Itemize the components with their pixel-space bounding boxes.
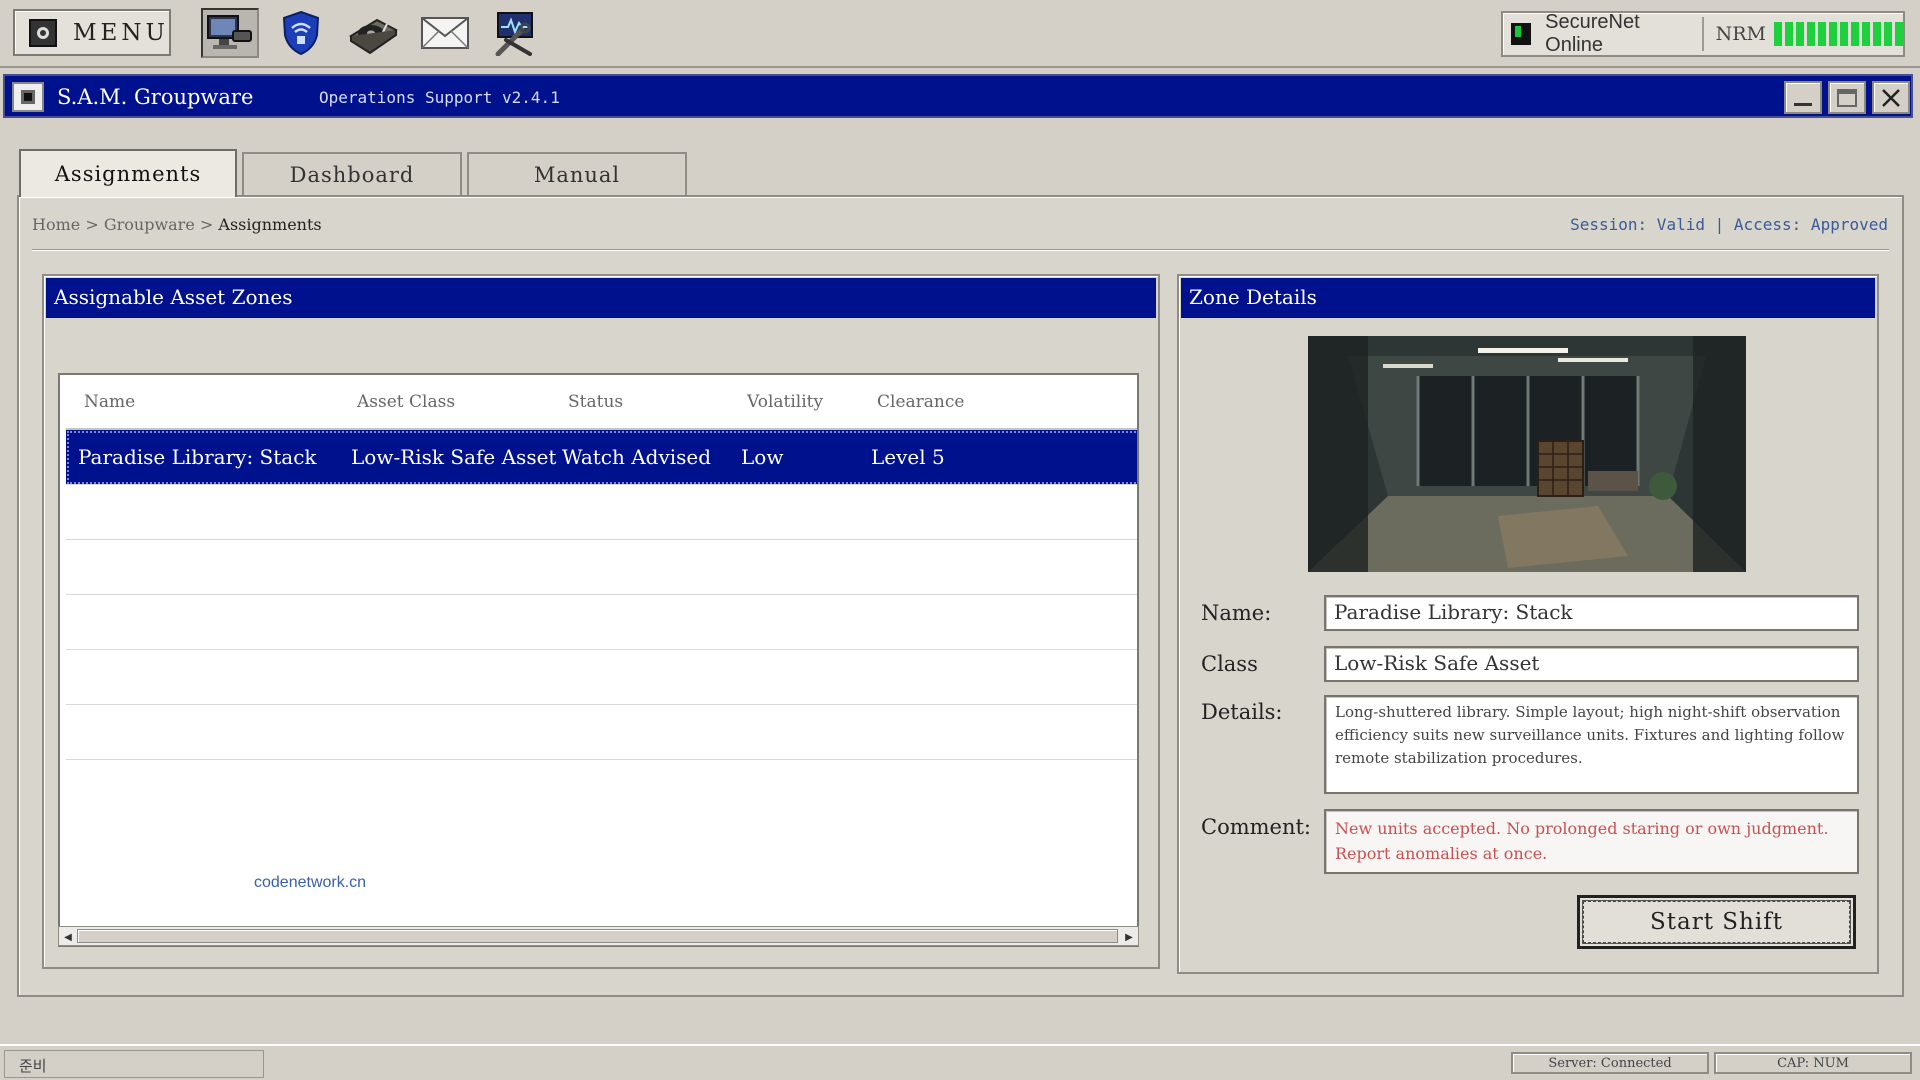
horizontal-scrollbar[interactable]: ◀ ▶ [58,926,1139,946]
nrm-meter-segment [1884,22,1892,46]
breadcrumb-divider [32,249,1889,251]
nrm-meter-segment [1796,22,1804,46]
nrm-meter [1774,22,1903,46]
turntable-icon[interactable] [344,8,402,58]
zone-details-panel: Zone Details Name: Paradise Library: Sta… [1177,274,1879,974]
network-led-icon [1511,23,1532,45]
table-row-empty[interactable] [66,540,1137,595]
cell-volatility: Low [741,445,784,469]
assignments-tab-panel: Home > Groupware > Assignments Session: … [17,195,1904,997]
table-row-empty[interactable] [66,650,1137,705]
breadcrumb-separator: > [85,215,99,234]
system-tray: SecureNet Online NRM [1501,11,1905,57]
zone-class-field[interactable]: Low-Risk Safe Asset [1324,646,1859,682]
details-label: Details: [1201,700,1283,724]
status-bar: 준비 Server: Connected CAP: NUM [0,1044,1920,1080]
column-header-name[interactable]: Name [84,375,135,430]
asset-zones-panel: Assignable Asset Zones Name Asset Class … [42,274,1160,969]
cell-clearance: Level 5 [871,445,945,469]
tab-dashboard[interactable]: Dashboard [242,152,462,196]
cell-status: Watch Advised [562,445,712,469]
breadcrumb-separator: > [199,215,214,234]
nrm-meter-segment [1873,22,1881,46]
caps-status: CAP: NUM [1714,1052,1912,1074]
table-row-empty[interactable] [66,705,1137,760]
close-button[interactable] [1872,81,1910,114]
tab-assignments[interactable]: Assignments [19,149,237,197]
zone-camera-image [1308,336,1746,572]
table-row-empty[interactable] [66,595,1137,650]
session-status: Session: Valid | Access: Approved [1570,215,1888,234]
scroll-right-icon[interactable]: ▶ [1121,929,1137,945]
column-header-status[interactable]: Status [568,375,623,430]
comment-label: Comment: [1201,815,1312,839]
app-subtitle: Operations Support v2.4.1 [319,88,560,107]
window-titlebar[interactable]: S.A.M. Groupware Operations Support v2.4… [3,74,1913,118]
nrm-meter-segment [1807,22,1815,46]
watermark-text: codenetwork.cn [254,874,367,891]
name-label: Name: [1201,601,1272,625]
nrm-meter-segment [1774,22,1782,46]
status-ready: 준비 [4,1050,264,1078]
tab-manual[interactable]: Manual [467,152,687,196]
scroll-left-icon[interactable]: ◀ [60,929,76,945]
column-header-asset-class[interactable]: Asset Class [357,375,455,430]
tray-divider [1701,17,1704,51]
nrm-meter-segment [1818,22,1826,46]
breadcrumb-home[interactable]: Home [32,215,80,234]
zone-details-field[interactable]: Long-shuttered library. Simple layout; h… [1324,695,1859,794]
breadcrumb-groupware[interactable]: Groupware [104,215,195,234]
zone-comment-field[interactable]: New units accepted. No prolonged staring… [1324,809,1859,874]
network-status: SecureNet Online [1545,11,1640,56]
cell-name: Paradise Library: Stack [78,445,317,469]
menu-label: MENU [73,19,169,46]
asset-zones-title: Assignable Asset Zones [46,278,1156,318]
app-logo-icon [12,82,44,112]
cell-asset-class: Low-Risk Safe Asset [351,445,557,469]
diagnostics-tools-icon[interactable] [488,8,546,58]
breadcrumb: Home > Groupware > Assignments [32,215,322,234]
maximize-button[interactable] [1828,81,1866,114]
nrm-meter-segment [1829,22,1837,46]
nrm-meter-segment [1785,22,1793,46]
start-shift-button[interactable]: Start Shift [1577,895,1856,949]
cctv-monitor-icon[interactable] [201,8,259,58]
minimize-button[interactable] [1784,81,1822,114]
table-header: Name Asset Class Status Volatility Clear… [66,375,1137,430]
scrollbar-thumb[interactable] [77,929,1118,943]
mail-icon[interactable] [416,8,474,58]
zone-name-field[interactable]: Paradise Library: Stack [1324,595,1859,631]
table-row[interactable]: Paradise Library: Stack Low-Risk Safe As… [66,430,1137,485]
menu-button[interactable]: MENU [13,9,171,56]
breadcrumb-current: Assignments [218,215,322,234]
menu-icon [29,18,57,47]
nrm-meter-segment [1862,22,1870,46]
nrm-meter-segment [1840,22,1848,46]
shield-wifi-icon[interactable] [272,8,330,58]
nrm-meter-segment [1895,22,1903,46]
column-header-volatility[interactable]: Volatility [747,375,823,430]
maximize-icon [1837,88,1857,107]
zone-details-title: Zone Details [1181,278,1875,318]
nrm-label: NRM [1715,23,1766,45]
table-row-empty[interactable] [66,485,1137,540]
class-label: Class [1201,652,1258,676]
app-title: S.A.M. Groupware [57,85,254,109]
server-status: Server: Connected [1511,1052,1709,1074]
nrm-meter-segment [1851,22,1859,46]
asset-zones-table: Name Asset Class Status Volatility Clear… [58,373,1139,947]
taskbar: MENU SecureNet Online NRM [0,0,1920,68]
minimize-icon [1794,103,1812,106]
close-icon [1882,88,1900,107]
column-header-clearance[interactable]: Clearance [877,375,964,430]
